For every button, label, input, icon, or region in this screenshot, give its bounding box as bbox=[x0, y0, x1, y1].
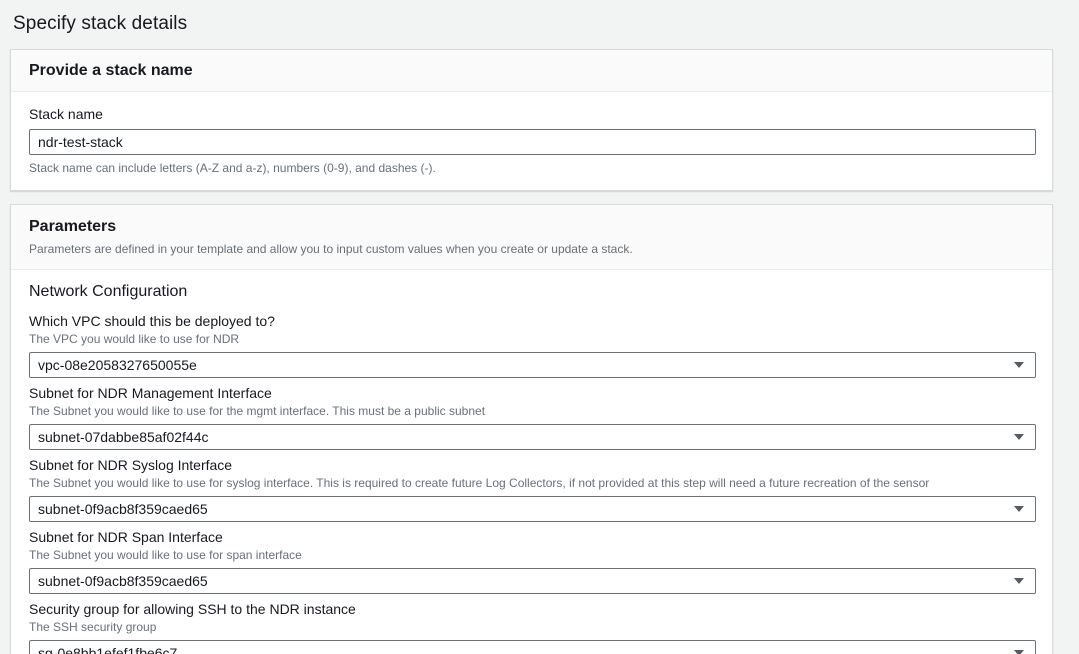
page-title: Specify stack details bbox=[0, 0, 1079, 49]
parameter-select[interactable]: subnet-07dabbe85af02f44c bbox=[29, 424, 1036, 450]
parameter-field-helper: The Subnet you would like to use for sys… bbox=[29, 476, 1036, 491]
parameter-field: Which VPC should this be deployed to? Th… bbox=[29, 313, 1036, 378]
caret-down-icon bbox=[1014, 650, 1024, 654]
parameter-select-value: subnet-0f9acb8f359caed65 bbox=[38, 501, 208, 517]
parameter-field-label: Which VPC should this be deployed to? bbox=[29, 313, 1036, 330]
specify-stack-details-page: Specify stack details Provide a stack na… bbox=[0, 0, 1079, 654]
caret-down-icon bbox=[1014, 578, 1024, 584]
parameter-select[interactable]: subnet-0f9acb8f359caed65 bbox=[29, 568, 1036, 594]
parameter-field-label: Subnet for NDR Syslog Interface bbox=[29, 457, 1036, 474]
parameters-card-title: Parameters bbox=[29, 217, 1032, 237]
parameter-field: Subnet for NDR Syslog Interface The Subn… bbox=[29, 457, 1036, 522]
stack-name-card-header: Provide a stack name bbox=[11, 50, 1052, 92]
parameters-card-header: Parameters Parameters are defined in you… bbox=[11, 205, 1052, 270]
parameter-select-value: subnet-07dabbe85af02f44c bbox=[38, 429, 208, 445]
parameter-field-helper: The SSH security group bbox=[29, 620, 1036, 635]
parameters-card: Parameters Parameters are defined in you… bbox=[10, 204, 1053, 654]
parameter-field-helper: The Subnet you would like to use for spa… bbox=[29, 548, 1036, 563]
parameter-field-helper: The Subnet you would like to use for the… bbox=[29, 404, 1036, 419]
stack-name-label: Stack name bbox=[29, 106, 1036, 123]
stack-name-card-title: Provide a stack name bbox=[29, 61, 1032, 81]
parameter-fields-container: Which VPC should this be deployed to? Th… bbox=[29, 313, 1036, 654]
parameter-field-label: Subnet for NDR Management Interface bbox=[29, 385, 1036, 402]
parameter-field-label: Subnet for NDR Span Interface bbox=[29, 529, 1036, 546]
caret-down-icon bbox=[1014, 362, 1024, 368]
stack-name-input[interactable] bbox=[29, 129, 1036, 155]
parameter-select-value: vpc-08e2058327650055e bbox=[38, 357, 197, 373]
stack-name-card: Provide a stack name Stack name Stack na… bbox=[10, 49, 1053, 191]
parameter-field: Subnet for NDR Management Interface The … bbox=[29, 385, 1036, 450]
parameter-field-label: Security group for allowing SSH to the N… bbox=[29, 601, 1036, 618]
parameter-field-helper: The VPC you would like to use for NDR bbox=[29, 332, 1036, 347]
stack-name-helper: Stack name can include letters (A-Z and … bbox=[29, 161, 1036, 176]
caret-down-icon bbox=[1014, 506, 1024, 512]
stack-name-card-body: Stack name Stack name can include letter… bbox=[11, 92, 1052, 190]
parameter-select[interactable]: vpc-08e2058327650055e bbox=[29, 352, 1036, 378]
parameter-select[interactable]: subnet-0f9acb8f359caed65 bbox=[29, 496, 1036, 522]
network-configuration-heading: Network Configuration bbox=[29, 282, 1036, 302]
parameter-select-value: subnet-0f9acb8f359caed65 bbox=[38, 573, 208, 589]
caret-down-icon bbox=[1014, 434, 1024, 440]
parameter-field: Security group for allowing SSH to the N… bbox=[29, 601, 1036, 654]
parameters-card-body: Network Configuration Which VPC should t… bbox=[11, 270, 1052, 654]
parameter-select[interactable]: sg-0e8bb1efef1fbe6c7 bbox=[29, 640, 1036, 654]
parameters-card-description: Parameters are defined in your template … bbox=[29, 241, 1032, 257]
parameter-select-value: sg-0e8bb1efef1fbe6c7 bbox=[38, 645, 177, 654]
parameter-field: Subnet for NDR Span Interface The Subnet… bbox=[29, 529, 1036, 594]
